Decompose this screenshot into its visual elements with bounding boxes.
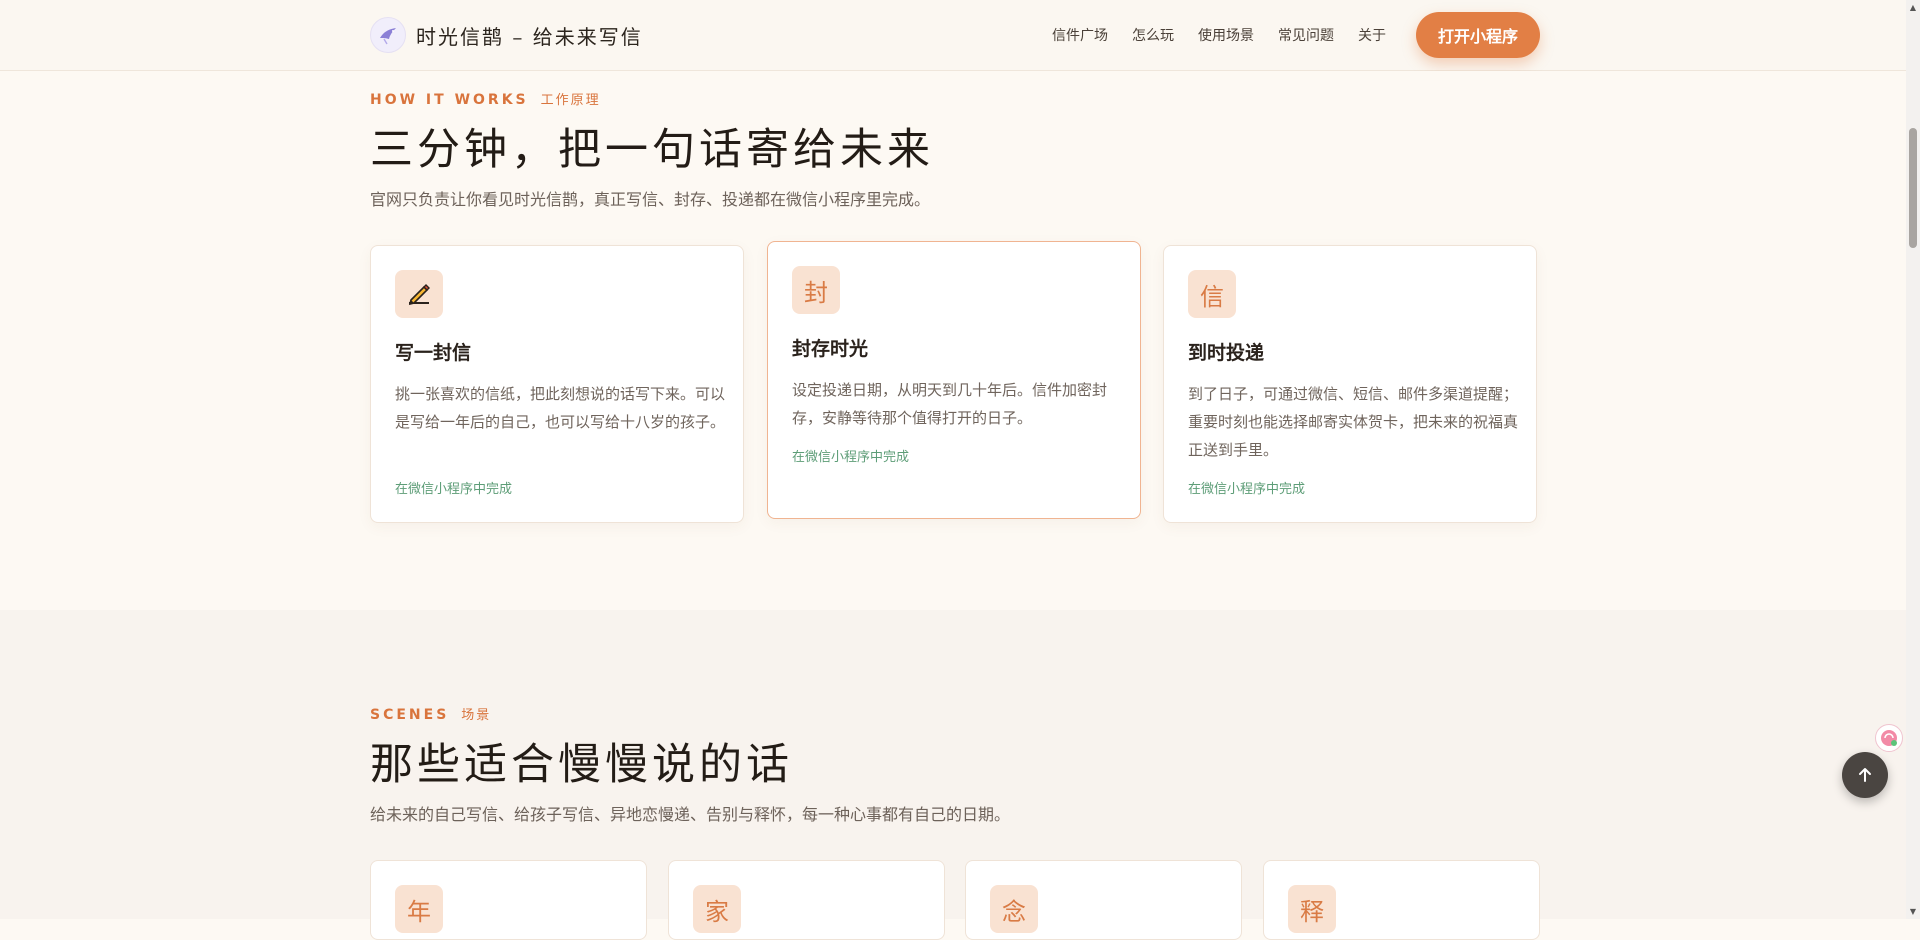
- how-heading: 三分钟，把一句话寄给未来: [370, 125, 934, 175]
- scene-card-year[interactable]: 年: [370, 860, 647, 940]
- bird-logo-icon: [370, 17, 406, 53]
- how-it-works-section: HOW IT WORKS 工作原理 三分钟，把一句话寄给未来 官网只负责让你看见时…: [0, 71, 1906, 610]
- scenes-eyebrow: SCENES 场景: [370, 704, 491, 723]
- card-desc: 设定投递日期，从明天到几十年后。信件加密封存，安静等待那个值得打开的日子。: [792, 381, 1108, 427]
- brand[interactable]: 时光信鹊 – 给未来写信: [370, 17, 643, 53]
- scene-badge: 年: [395, 885, 443, 933]
- how-eyebrow: HOW IT WORKS 工作原理: [370, 89, 601, 108]
- arrow-up-icon: [1859, 768, 1871, 782]
- card-title: 到时投递: [1188, 342, 1265, 364]
- card-badge: 封: [792, 266, 840, 314]
- scenes-section: SCENES 场景 那些适合慢慢说的话 给未来的自己写信、给孩子写信、异地恋慢递、…: [0, 610, 1906, 940]
- nav-about[interactable]: 关于: [1358, 25, 1386, 45]
- top-header: 时光信鹊 – 给未来写信 信件广场 怎么玩 使用场景 常见问题 关于 打开小程序: [0, 0, 1906, 71]
- card-write-letter[interactable]: 写一封信 挑一张喜欢的信纸，把此刻想说的话写下来。可以是写给一年后的自己，也可以…: [370, 245, 744, 523]
- scenes-lead: 给未来的自己写信、给孩子写信、异地恋慢递、告别与释怀，每一种心事都有自己的日期。: [370, 805, 1011, 824]
- brand-title: 时光信鹊 – 给未来写信: [416, 24, 643, 49]
- main-nav: 信件广场 怎么玩 使用场景 常见问题 关于: [1052, 25, 1386, 45]
- scene-badge: 释: [1288, 885, 1336, 933]
- scroll-up-arrow-icon[interactable]: ▲: [1910, 3, 1916, 12]
- scene-badge: 念: [990, 885, 1038, 933]
- page-scrollbar[interactable]: ▲ ▼: [1906, 0, 1920, 919]
- nav-how-to-play[interactable]: 怎么玩: [1132, 25, 1174, 45]
- card-desc: 到了日子，可通过微信、短信、邮件多渠道提醒；重要时刻也能选择邮寄实体贺卡，把未来…: [1188, 385, 1519, 459]
- scroll-down-arrow-icon[interactable]: ▼: [1910, 907, 1916, 916]
- card-seal-time[interactable]: 封 封存时光 设定投递日期，从明天到几十年后。信件加密封存，安静等待那个值得打开…: [767, 241, 1141, 519]
- nav-scenes[interactable]: 使用场景: [1198, 25, 1254, 45]
- card-badge: 信: [1188, 270, 1236, 318]
- card-title: 封存时光: [792, 338, 869, 360]
- nav-letter-square[interactable]: 信件广场: [1052, 25, 1108, 45]
- card-note: 在微信小程序中完成: [1188, 482, 1306, 497]
- open-mini-program-button[interactable]: 打开小程序: [1416, 12, 1540, 58]
- card-title: 写一封信: [395, 342, 472, 364]
- scene-card-family[interactable]: 家: [668, 860, 945, 940]
- card-delivery[interactable]: 信 到时投递 到了日子，可通过微信、短信、邮件多渠道提醒；重要时刻也能选择邮寄实…: [1163, 245, 1537, 523]
- scene-card-miss[interactable]: 念: [965, 860, 1242, 940]
- how-lead: 官网只负责让你看见时光信鹊，真正写信、封存、投递都在微信小程序里完成。: [370, 190, 931, 209]
- card-note: 在微信小程序中完成: [792, 450, 910, 465]
- scenes-heading: 那些适合慢慢说的话: [370, 740, 793, 790]
- how-eyebrow-en: HOW IT WORKS: [370, 92, 529, 108]
- scenes-eyebrow-en: SCENES: [370, 707, 450, 723]
- scene-badge: 家: [693, 885, 741, 933]
- how-eyebrow-cn: 工作原理: [540, 93, 601, 108]
- back-to-top-button[interactable]: [1842, 752, 1888, 798]
- scrollbar-thumb[interactable]: [1909, 128, 1917, 248]
- pencil-writing-icon: [395, 270, 443, 318]
- card-desc: 挑一张喜欢的信纸，把此刻想说的话写下来。可以是写给一年后的自己，也可以写给十八岁…: [395, 385, 726, 431]
- floating-assistant-icon[interactable]: [1875, 724, 1903, 752]
- scene-card-release[interactable]: 释: [1263, 860, 1540, 940]
- card-note: 在微信小程序中完成: [395, 482, 513, 497]
- nav-faq[interactable]: 常见问题: [1278, 25, 1334, 45]
- scenes-eyebrow-cn: 场景: [461, 708, 492, 723]
